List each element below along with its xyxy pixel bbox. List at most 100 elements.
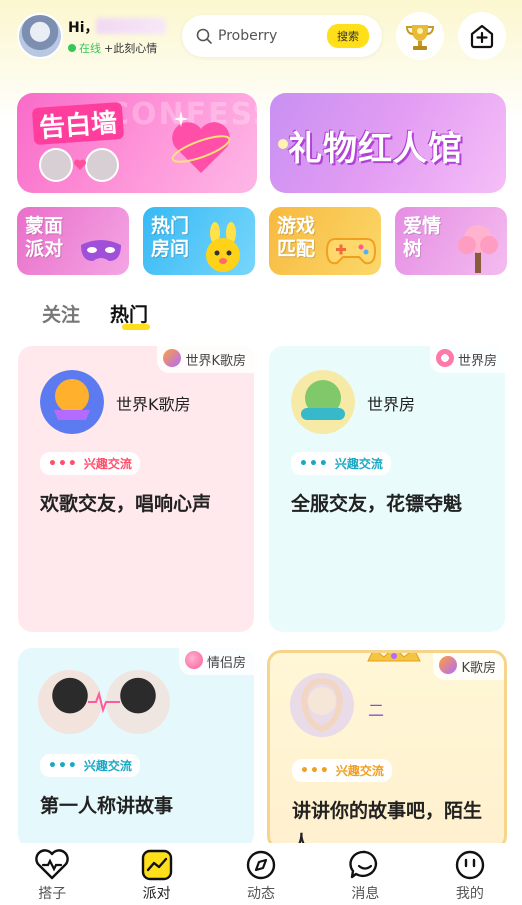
heart-pulse-icon <box>35 849 69 880</box>
room-type-badge: K歌房 <box>433 653 504 680</box>
crown-icon <box>367 653 421 662</box>
nav-messages[interactable]: 消息 <box>313 843 417 905</box>
category-hot-rooms[interactable]: 热门 房间 <box>143 207 255 275</box>
room-name: 世界K歌房 <box>116 395 191 414</box>
feed-tabs: 关注 热门 <box>42 300 151 330</box>
room-type-badge: 情侣房 <box>178 648 254 675</box>
interest-tag: ••• 兴趣交流 <box>291 452 391 475</box>
room-type-label: 情侣房 <box>206 656 246 671</box>
bottom-nav: 搭子 派对 动态 消息 我的 <box>0 843 522 905</box>
nav-party[interactable]: 派对 <box>104 843 208 905</box>
avatar <box>85 148 119 182</box>
room-card[interactable]: K歌房 二 ••• 兴趣交流 讲讲你的故事吧，陌生人 <box>267 650 507 850</box>
dots-icon: ••• <box>48 757 78 774</box>
search-bar[interactable]: Proberry 搜索 <box>182 15 382 57</box>
room-type-badge: 世界房 <box>429 346 505 373</box>
room-card[interactable]: 世界房 世界房 ••• 兴趣交流 全服交友，花镖夺魁 <box>269 346 505 632</box>
category-label: 房间 <box>151 238 190 260</box>
room-name: 世界房 <box>367 395 416 414</box>
nav-label: 动态 <box>247 886 276 902</box>
category-game-match[interactable]: 游戏 匹配 <box>269 207 381 275</box>
nav-profile[interactable]: 我的 <box>418 843 522 905</box>
hearts-icon <box>184 651 203 669</box>
category-label: 匹配 <box>277 238 316 260</box>
microphone-icon <box>163 349 182 367</box>
room-avatar <box>40 370 104 434</box>
tab-hot[interactable]: 热门 <box>110 300 151 330</box>
online-status: 在线 <box>79 42 101 55</box>
nav-label: 消息 <box>351 886 380 902</box>
confession-wall-banner[interactable]: CONFESS 告白墙 <box>17 93 257 193</box>
couple-avatars <box>39 148 121 182</box>
interest-tag-label: 兴趣交流 <box>83 457 132 471</box>
category-label: 爱情 <box>403 215 442 237</box>
interest-tag-label: 兴趣交流 <box>335 764 384 778</box>
status-row[interactable]: 在线 +此刻心情 <box>68 40 157 56</box>
room-title: 欢歌交友，唱响心声 <box>40 493 212 515</box>
room-card[interactable]: 世界K歌房 世界K歌房 ••• 兴趣交流 欢歌交友，唱响心声 <box>18 346 254 632</box>
gift-hall-title: 礼物红人馆 <box>288 129 463 169</box>
category-masked-party[interactable]: 蒙面 派对 <box>17 207 129 275</box>
big-heart-icon <box>171 122 231 173</box>
trophy-icon <box>405 25 435 50</box>
category-label: 树 <box>403 238 423 260</box>
category-love-tree[interactable]: 爱情树 <box>395 207 507 275</box>
room-title: 讲讲你的故事吧，陌生人 <box>292 800 483 850</box>
interest-tag: ••• 兴趣交流 <box>40 452 140 475</box>
nav-label: 派对 <box>142 886 171 902</box>
room-card[interactable]: 情侣房 ••• 兴趣交流 第一人称讲故事 <box>18 648 254 848</box>
interest-tag-label: 兴趣交流 <box>334 457 383 471</box>
search-button[interactable]: 搜索 <box>327 24 369 48</box>
greeting: Hi， <box>68 20 99 36</box>
dots-icon: ••• <box>299 455 329 472</box>
room-title: 第一人称讲故事 <box>40 795 174 817</box>
face-icon <box>455 850 485 880</box>
room-type-label: K歌房 <box>461 661 496 676</box>
globe-icon <box>435 349 454 367</box>
category-label: 蒙面 <box>25 215 64 237</box>
room-name: 二 <box>368 701 385 720</box>
dots-icon: ••• <box>48 455 78 472</box>
category-label: 游戏 <box>277 215 316 237</box>
username-blurred <box>96 18 166 34</box>
category-label: 热门 <box>151 215 190 237</box>
compass-icon <box>246 850 276 880</box>
room-type-label: 世界房 <box>457 354 497 369</box>
nav-moments[interactable]: 动态 <box>209 843 313 905</box>
online-dot-icon <box>68 44 76 52</box>
interest-tag: ••• 兴趣交流 <box>40 754 140 777</box>
room-type-label: 世界K歌房 <box>185 354 246 369</box>
sparkle-icon <box>173 111 189 127</box>
bunny-icon <box>206 222 240 272</box>
gamepad-icon <box>325 238 377 265</box>
dot-icon <box>278 139 288 149</box>
avatar <box>39 148 73 182</box>
chat-icon <box>349 850 378 879</box>
nav-label: 我的 <box>455 886 484 902</box>
interest-tag: ••• 兴趣交流 <box>292 759 392 782</box>
tab-following[interactable]: 关注 <box>42 300 80 327</box>
search-icon <box>196 28 212 44</box>
confession-wall-title: 告白墙 <box>31 101 125 146</box>
interest-tag-label: 兴趣交流 <box>83 759 132 773</box>
create-room-button[interactable] <box>458 12 506 60</box>
search-input[interactable]: Proberry <box>218 28 327 44</box>
trend-icon <box>141 849 172 881</box>
room-avatar <box>290 673 354 737</box>
mask-icon <box>81 240 121 261</box>
room-title: 全服交友，花镖夺魁 <box>291 493 463 515</box>
mood-link[interactable]: +此刻心情 <box>104 40 157 56</box>
category-label: 派对 <box>25 238 64 260</box>
room-avatar <box>291 370 355 434</box>
heartbeat-icon <box>88 690 120 714</box>
nav-partner[interactable]: 搭子 <box>0 843 104 905</box>
dots-icon: ••• <box>300 762 330 779</box>
header: Hi， 在线 +此刻心情 Proberry 搜索 <box>0 0 522 80</box>
gift-hall-banner[interactable]: 礼物红人馆 <box>270 93 506 193</box>
heart-icon <box>73 159 87 170</box>
home-add-icon <box>470 24 494 49</box>
microphone-icon <box>439 656 458 674</box>
nav-label: 搭子 <box>38 886 67 902</box>
trophy-button[interactable] <box>396 12 444 60</box>
user-avatar[interactable] <box>17 13 63 59</box>
